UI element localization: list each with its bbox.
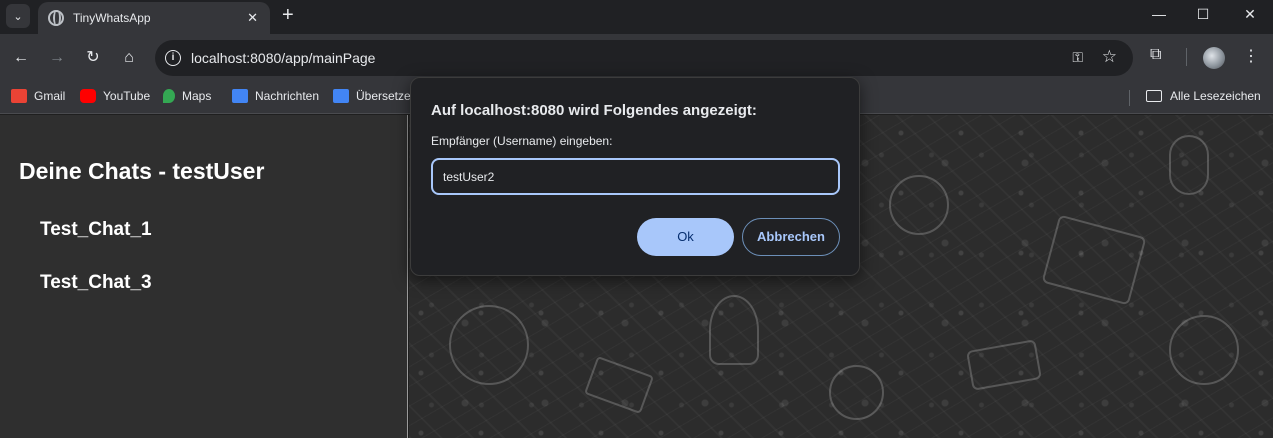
home-icon[interactable]: ⌂ [117,46,141,70]
bookmark-translate[interactable]: Übersetze [333,89,411,103]
close-icon[interactable]: ✕ [247,10,258,26]
bookmark-label: YouTube [103,89,151,103]
globe-icon [48,10,64,26]
info-icon[interactable]: i [165,50,181,66]
bookmark-youtube[interactable]: YouTube [80,89,150,103]
maximize-button[interactable]: ☐ [1193,6,1213,23]
bookmark-maps[interactable]: Maps [163,89,211,103]
doodle-planet [449,305,529,385]
bookmarks-divider [1129,90,1130,106]
menu-icon[interactable]: ⋮ [1243,46,1259,66]
key-icon[interactable]: ⚿ [1072,49,1083,66]
chat-list-item[interactable]: Test_Chat_1 [40,219,152,241]
chat-list-item[interactable]: Test_Chat_3 [40,272,152,294]
bookmark-label: Maps [182,89,212,103]
toolbar-divider [1186,48,1187,66]
address-bar[interactable]: i localhost:8080/app/mainPage ⚿ ☆ [155,40,1133,76]
doodle-notebook [1041,214,1147,306]
profile-avatar[interactable] [1203,47,1225,69]
gmail-icon [11,89,27,103]
bookmark-nachrichten[interactable]: Nachrichten [232,89,319,103]
star-icon[interactable]: ☆ [1102,47,1117,67]
doodle-circle [889,175,949,235]
dialog-title: Auf localhost:8080 wird Folgendes angeze… [431,102,757,119]
news-icon [232,89,248,103]
browser-tab[interactable]: TinyWhatsApp ✕ [38,2,270,34]
tab-strip: ⌄ TinyWhatsApp ✕ + — ☐ ✕ [0,0,1273,34]
reload-icon[interactable]: ↻ [81,46,105,70]
chat-sidebar: Deine Chats - testUser Test_Chat_1 Test_… [0,115,408,438]
bookmark-label: Gmail [34,89,66,103]
bookmark-label: Übersetze [356,89,411,103]
maps-icon [163,89,175,103]
forward-arrow-icon[interactable]: → [45,46,69,70]
doodle-box [583,355,655,415]
tab-search-button[interactable]: ⌄ [6,4,30,28]
url-text[interactable]: localhost:8080/app/mainPage [191,50,375,66]
window-close-button[interactable]: ✕ [1240,6,1260,23]
doodle-bulb [709,295,759,365]
extensions-icon[interactable]: ⧉ [1150,46,1161,64]
prompt-dialog: Auf localhost:8080 wird Folgendes angeze… [410,77,860,276]
minimize-button[interactable]: — [1149,6,1169,22]
ok-button[interactable]: Ok [637,218,734,256]
doodle-gear [829,365,884,420]
page-title: Deine Chats - testUser [19,158,265,184]
back-arrow-icon[interactable]: ← [9,46,33,70]
folder-icon [1146,90,1162,102]
doodle-sign [966,339,1042,391]
doodle-mouse [1169,135,1209,195]
chevron-down-icon: ⌄ [13,10,23,23]
tab-title: TinyWhatsApp [73,11,151,25]
new-tab-button[interactable]: + [282,5,294,25]
doodle-wheel [1169,315,1239,385]
dialog-message: Empfänger (Username) eingeben: [431,134,613,148]
all-bookmarks-label: Alle Lesezeichen [1170,89,1261,103]
all-bookmarks-button[interactable]: Alle Lesezeichen [1146,89,1261,103]
youtube-icon [80,89,96,103]
recipient-input[interactable] [431,158,840,195]
bookmark-gmail[interactable]: Gmail [11,89,65,103]
bookmark-label: Nachrichten [255,89,320,103]
cancel-button[interactable]: Abbrechen [742,218,840,256]
translate-icon [333,89,349,103]
